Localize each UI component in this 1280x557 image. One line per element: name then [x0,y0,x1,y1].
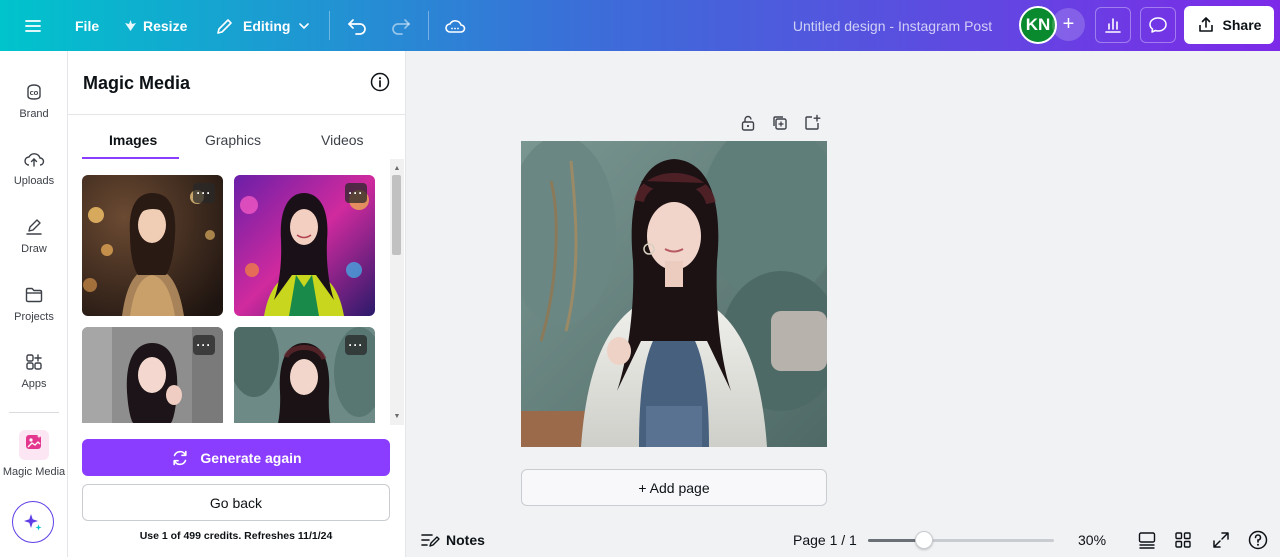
svg-text:CO: CO [30,91,39,97]
scrollbar-thumb[interactable] [392,175,401,255]
resize-label: Resize [143,17,188,34]
comment-icon [1149,17,1167,33]
file-menu-button[interactable]: File [75,0,99,51]
result-image[interactable]: ··· [234,327,375,423]
more-options-button[interactable]: ··· [193,183,215,203]
rail-label: Brand [19,108,49,120]
grid-view-icon[interactable] [1173,530,1193,550]
apps-icon [26,354,42,370]
pages-view-icon[interactable] [1137,530,1157,550]
plus-icon: + [1062,13,1075,35]
rail-divider [9,412,59,413]
fullscreen-icon[interactable] [1211,530,1231,550]
folder-icon [25,287,43,303]
rail-item-apps[interactable]: Apps [0,352,68,390]
pen-icon [26,219,42,235]
share-label: Share [1222,17,1262,33]
bar-chart-icon [1105,18,1121,33]
rail-label: Magic Media [2,466,66,478]
scroll-up-icon[interactable]: ▲ [390,161,404,175]
crown-icon [125,20,136,31]
pencil-icon [217,18,232,34]
comments-button[interactable] [1140,7,1176,43]
design-photo [521,141,827,447]
result-image[interactable]: ··· [82,175,223,316]
undo-button[interactable] [346,0,368,51]
refresh-icon [173,450,188,465]
rail-item-brand[interactable]: CO Brand [0,82,68,120]
zoom-slider-handle[interactable] [915,531,933,549]
more-options-button[interactable]: ··· [193,335,215,355]
menu-button[interactable] [24,0,42,51]
credits-text: Use 1 of 499 credits. Refreshes 11/1/24 [139,530,333,542]
scroll-down-icon[interactable]: ▼ [390,409,404,423]
generate-label: Generate again [200,449,302,466]
rail-item-projects[interactable]: Projects [0,285,68,323]
notes-button[interactable]: Notes [420,531,485,549]
resize-button[interactable]: Resize [124,0,187,51]
tab-images[interactable]: Images [109,132,157,148]
info-icon[interactable] [370,72,390,92]
editing-label: Editing [243,17,291,34]
left-rail: CO Brand Uploads Draw Projects Apps Magi… [0,51,68,557]
page-indicator[interactable]: Page 1 / 1 [793,532,857,548]
add-page-icon[interactable] [803,114,821,132]
share-icon [1198,17,1213,32]
help-icon[interactable] [1248,530,1268,550]
notes-label: Notes [446,532,485,548]
go-back-button[interactable]: Go back [82,484,390,521]
share-button[interactable]: Share [1184,6,1274,44]
generate-again-button[interactable]: Generate again [82,439,390,476]
bottom-bar: Notes Page 1 / 1 30% [406,522,1280,557]
tab-videos[interactable]: Videos [321,132,364,148]
magic-assistant-button[interactable] [12,501,54,543]
design-title[interactable]: Untitled design - Instagram Post [760,0,1025,51]
duplicate-page-icon[interactable] [771,114,789,132]
editing-mode-button[interactable]: Editing [215,0,310,51]
lock-icon[interactable] [739,114,757,132]
more-options-button[interactable]: ··· [345,183,367,203]
page-tools [739,114,821,132]
chevron-down-icon [299,22,310,29]
hamburger-icon [25,19,41,32]
rail-label: Uploads [13,175,55,187]
redo-icon [392,18,410,35]
brand-icon: CO [27,84,41,100]
insights-button[interactable] [1095,7,1131,43]
panel-divider [68,114,406,115]
top-toolbar: File Resize Editing Untitled design - In… [0,0,1280,51]
magic-media-icon [19,430,49,460]
tab-graphics[interactable]: Graphics [205,132,261,148]
rail-item-draw[interactable]: Draw [0,217,68,255]
rail-label: Projects [14,311,54,323]
rail-item-magic-media[interactable]: Magic Media [0,430,68,478]
toolbar-divider [428,11,429,40]
rail-item-uploads[interactable]: Uploads [0,149,68,187]
sparkle-icon [24,514,42,531]
result-image[interactable]: ··· [82,327,223,423]
rail-label: Apps [21,378,47,390]
design-page[interactable] [521,141,827,447]
redo-button[interactable] [390,0,412,51]
cloud-upload-icon [24,153,45,167]
magic-media-panel: Magic Media Images Graphics Videos ··· ·… [68,51,406,557]
toolbar-divider [329,11,330,40]
rail-label: Draw [21,243,47,255]
cloud-icon [445,19,466,33]
more-options-button[interactable]: ··· [345,335,367,355]
results-grid: ··· ··· ··· ··· [82,175,378,423]
save-status-button[interactable] [444,0,466,51]
zoom-level[interactable]: 30% [1078,532,1106,548]
add-page-button[interactable]: + Add page [521,469,827,506]
notes-icon [421,534,440,547]
invite-button[interactable]: + [1052,8,1085,41]
panel-title: Magic Media [83,73,191,93]
undo-icon [348,18,366,35]
result-image[interactable]: ··· [234,175,375,316]
active-tab-indicator [82,157,179,159]
